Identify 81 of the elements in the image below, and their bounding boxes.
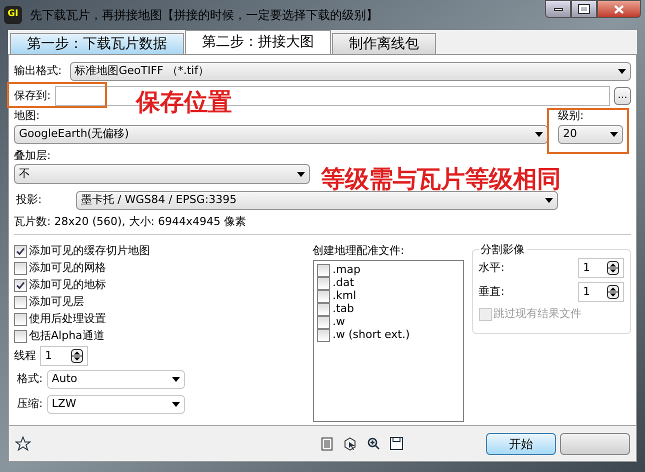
zoom-button[interactable]	[367, 437, 380, 450]
maximize-icon	[579, 5, 589, 13]
document-button[interactable]	[321, 436, 333, 450]
option-label: 跳过现有结果文件	[494, 306, 582, 322]
dropdown-arrow-icon	[618, 68, 626, 74]
option-label: 使用后处理设置	[29, 311, 106, 328]
annotation-text: 保存位置	[136, 90, 232, 114]
file-type-label: .dat	[332, 276, 354, 290]
star-icon	[15, 436, 31, 452]
checkbox[interactable]	[14, 279, 27, 292]
projection-dropdown[interactable]: 墨卡托 / WGS84 / EPSG:3395	[76, 190, 558, 210]
checkbox[interactable]	[14, 245, 27, 258]
zoom-in-icon	[367, 437, 380, 450]
close-icon	[614, 4, 624, 14]
select-button[interactable]	[343, 436, 357, 450]
save-icon	[390, 437, 403, 450]
field-label: 线程	[14, 348, 36, 364]
spinner-arrows-icon	[607, 261, 619, 275]
dropdown-arrow-icon	[535, 132, 543, 136]
dropdown-arrow-icon	[172, 402, 180, 407]
field-label: 格式:	[17, 371, 43, 388]
tile-count-text: 瓦片数: 28x20 (560), 大小: 6944x4945 像素	[14, 214, 246, 230]
horizontal-spinner[interactable]: 1	[578, 258, 624, 278]
checkbox[interactable]	[316, 264, 330, 276]
favorite-button[interactable]	[15, 436, 31, 452]
document-icon	[321, 436, 333, 450]
minimize-button[interactable]	[545, 0, 571, 18]
checkbox[interactable]	[14, 296, 27, 309]
field-label: 投影:	[15, 192, 43, 208]
output-format-dropdown[interactable]: 标准地图GeoTIFF （*.tif）	[70, 62, 631, 80]
option-label: 添加可见层	[29, 294, 84, 310]
dropdown-arrow-icon	[172, 377, 180, 382]
field-label: 输出格式:	[14, 62, 62, 79]
close-button[interactable]	[597, 0, 641, 18]
close-dialog-button[interactable]	[560, 432, 630, 454]
overlay-dropdown[interactable]: 不	[14, 164, 310, 184]
format-dropdown[interactable]: Auto	[46, 370, 185, 389]
save-button[interactable]	[390, 437, 403, 450]
field-label: 级别:	[558, 108, 585, 124]
annotation-text: 等级需与瓦片等级相同	[321, 167, 561, 191]
option-label: 添加可见的网格	[29, 260, 106, 276]
tab[interactable]: 第一步：下载瓦片数据	[10, 33, 184, 54]
section-title: 创建地理配准文件:	[312, 243, 406, 259]
option-label: 添加可见的缓存切片地图	[29, 243, 150, 260]
checkbox[interactable]	[316, 276, 330, 290]
browse-button[interactable]: ...	[614, 87, 631, 105]
file-type-label: .map	[332, 262, 360, 278]
field-label: 垂直:	[478, 284, 506, 300]
checkbox[interactable]	[316, 328, 330, 342]
file-type-label: .kml	[332, 288, 356, 304]
start-button[interactable]: 开始	[486, 432, 556, 454]
minimize-icon	[554, 8, 562, 10]
field-label: 保存到:	[14, 88, 51, 104]
dropdown-arrow-icon	[545, 198, 553, 202]
checkbox[interactable]	[14, 313, 27, 326]
field-label: 地图:	[14, 108, 40, 124]
compression-dropdown[interactable]: LZW	[46, 395, 185, 414]
field-label: 压缩:	[17, 396, 43, 412]
spinner-arrows-icon	[607, 285, 619, 299]
option-label: 添加可见的地标	[29, 277, 106, 294]
dropdown-arrow-icon	[297, 172, 305, 176]
checkbox[interactable]	[14, 262, 27, 275]
window-title: 先下载瓦片，再拼接地图【拼接的时候，一定要选择下载的级别】	[30, 7, 378, 24]
option-label: 包括Alpha通道	[29, 328, 104, 344]
checkbox[interactable]	[316, 302, 330, 316]
tab[interactable]: 第二步：拼接大图	[185, 30, 331, 54]
tab[interactable]: 制作离线包	[332, 33, 436, 54]
checkbox[interactable]	[316, 290, 330, 302]
field-label: 水平:	[478, 260, 506, 276]
app-logo-icon: GI	[4, 6, 22, 24]
maximize-button[interactable]	[571, 0, 597, 18]
field-label: 叠加层:	[14, 148, 51, 164]
spinner-arrows-icon	[71, 349, 83, 363]
vertical-spinner[interactable]: 1	[578, 282, 624, 302]
map-dropdown[interactable]: GoogleEarth(无偏移)	[14, 124, 548, 144]
dropdown-arrow-icon	[610, 132, 618, 136]
checkbox[interactable]	[14, 330, 27, 343]
threads-spinner[interactable]: 1	[40, 346, 88, 366]
cursor-icon	[343, 436, 357, 450]
checkbox[interactable]	[316, 316, 330, 328]
level-dropdown[interactable]: 20	[558, 124, 623, 144]
